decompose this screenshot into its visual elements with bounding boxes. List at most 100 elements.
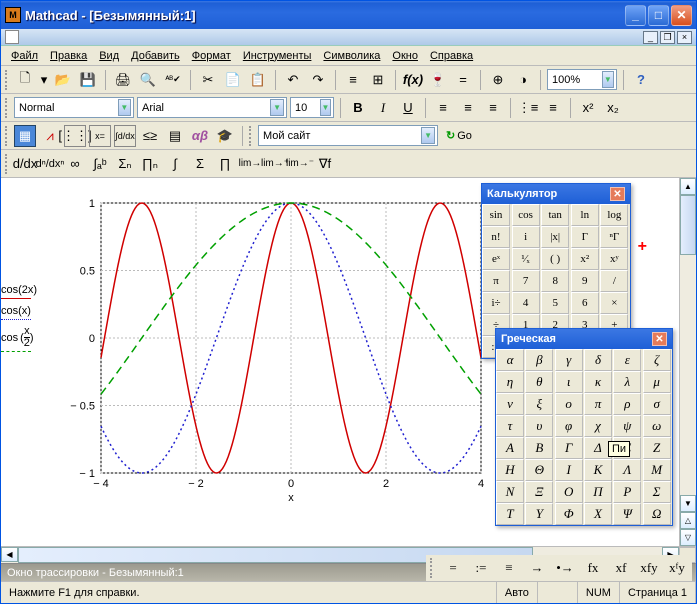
calculator-palette-close[interactable]: ✕: [610, 187, 625, 201]
reference-button[interactable]: ◑: [512, 69, 534, 91]
align-button[interactable]: ≡: [342, 69, 364, 91]
palette-cell-ε[interactable]: ε: [613, 349, 641, 371]
palette-cell-×[interactable]: ×: [600, 292, 628, 314]
palette-cell-σ[interactable]: σ: [643, 393, 671, 415]
minimize-button[interactable]: _: [625, 5, 646, 26]
menu-format[interactable]: Формат: [186, 48, 237, 64]
prev-page-button[interactable]: △: [680, 512, 696, 529]
menu-tools[interactable]: Инструменты: [237, 48, 318, 64]
palette-cell-ξ[interactable]: ξ: [525, 393, 553, 415]
palette-cell-Ο[interactable]: Ο: [555, 481, 583, 503]
palette-cell-ν[interactable]: ν: [496, 393, 524, 415]
eval-booleq-button[interactable]: ≡: [498, 557, 520, 579]
palette-cell-¹⁄ₓ[interactable]: ¹⁄ₓ: [512, 248, 540, 270]
italic-button[interactable]: I: [372, 97, 394, 119]
palette-cell-Φ[interactable]: Φ: [555, 503, 583, 525]
indefint-button[interactable]: ∫: [164, 153, 186, 175]
palette-cell-λ[interactable]: λ: [613, 371, 641, 393]
palette-cell-Α[interactable]: Α: [496, 437, 524, 459]
function-button[interactable]: f(x): [402, 69, 424, 91]
menu-symbolics[interactable]: Символика: [317, 48, 386, 64]
mdi-minimize-button[interactable]: _: [643, 31, 658, 44]
menu-insert[interactable]: Добавить: [125, 48, 186, 64]
palette-cell-log[interactable]: log: [600, 204, 628, 226]
xy-plot[interactable]: − 4− 2024− 1− 0.500.51x: [31, 193, 491, 503]
copy-button[interactable]: 📄: [222, 69, 244, 91]
size-input[interactable]: [295, 102, 320, 114]
eval-symarrow-button[interactable]: •→: [554, 557, 576, 579]
palette-cell-ο[interactable]: ο: [555, 393, 583, 415]
mdi-close-button[interactable]: ×: [677, 31, 692, 44]
menu-file[interactable]: Файл: [5, 48, 44, 64]
palette-cell-i÷[interactable]: i÷: [482, 292, 510, 314]
eval-palette-button[interactable]: x=: [89, 125, 111, 147]
eval-xf-button[interactable]: xf: [610, 557, 632, 579]
go-button[interactable]: ↻Go: [441, 125, 477, 147]
limright-button[interactable]: lim→⁺: [264, 153, 286, 175]
scroll-thumb[interactable]: [680, 195, 696, 255]
undo-button[interactable]: ↶: [282, 69, 304, 91]
new-dropdown[interactable]: ▾: [39, 69, 49, 91]
deriv-button[interactable]: d/dx: [14, 153, 36, 175]
palette-cell-( )[interactable]: ( ): [541, 248, 569, 270]
gradient-button[interactable]: ∇f: [314, 153, 336, 175]
palette-cell-μ[interactable]: μ: [643, 371, 671, 393]
cut-button[interactable]: ✂: [197, 69, 219, 91]
calc-button[interactable]: =: [452, 69, 474, 91]
palette-cell-ζ[interactable]: ζ: [643, 349, 671, 371]
style-input[interactable]: [19, 102, 118, 114]
limleft-button[interactable]: lim→⁻: [289, 153, 311, 175]
palette-cell-Σ[interactable]: Σ: [643, 481, 671, 503]
palette-cell-ln[interactable]: ln: [571, 204, 599, 226]
infinity-button[interactable]: ∞: [64, 153, 86, 175]
palette-cell-xʸ[interactable]: xʸ: [600, 248, 628, 270]
palette-cell-π[interactable]: π: [584, 393, 612, 415]
calculator-palette-title[interactable]: Калькулятор ✕: [482, 184, 630, 204]
palette-cell-Γ[interactable]: Γ: [571, 226, 599, 248]
style-dropdown[interactable]: ▼: [118, 99, 131, 116]
palette-cell-δ[interactable]: δ: [584, 349, 612, 371]
style-combo[interactable]: ▼: [14, 97, 134, 118]
eval-xfy-button[interactable]: xfy: [638, 557, 660, 579]
palette-cell-φ[interactable]: φ: [555, 415, 583, 437]
eval-arrow-button[interactable]: →: [526, 557, 548, 579]
sumrange-button[interactable]: Σₙ: [114, 153, 136, 175]
programming-palette-button[interactable]: ▤: [164, 125, 186, 147]
font-dropdown[interactable]: ▼: [270, 99, 284, 116]
calculus-palette-button[interactable]: ∫d/dx: [114, 125, 136, 147]
palette-cell-Θ[interactable]: Θ: [525, 459, 553, 481]
new-button[interactable]: 🗋: [14, 69, 36, 91]
align2-button[interactable]: ⊞: [367, 69, 389, 91]
palette-cell-i[interactable]: i: [512, 226, 540, 248]
underline-button[interactable]: U: [397, 97, 419, 119]
palette-cell-Γ[interactable]: Γ: [555, 437, 583, 459]
print-preview-button[interactable]: 🔍: [137, 69, 159, 91]
palette-cell-Υ[interactable]: Υ: [525, 503, 553, 525]
zoom-dropdown[interactable]: ▼: [602, 71, 614, 88]
boolean-palette-button[interactable]: ≤≥: [139, 125, 161, 147]
greek-palette[interactable]: Греческая ✕ αβγδεζηθικλμνξοπρστυφχψωΑΒΓΔ…: [495, 328, 673, 526]
sum-button[interactable]: Σ: [189, 153, 211, 175]
palette-cell-Β[interactable]: Β: [525, 437, 553, 459]
greek-palette-title[interactable]: Греческая ✕: [496, 329, 672, 349]
palette-cell-ι[interactable]: ι: [555, 371, 583, 393]
scroll-track[interactable]: [680, 195, 696, 495]
zoom-input[interactable]: [552, 74, 602, 86]
prod-button[interactable]: ∏: [214, 153, 236, 175]
palette-cell-9[interactable]: 9: [571, 270, 599, 292]
address-combo[interactable]: ▼: [258, 125, 438, 146]
palette-cell-Λ[interactable]: Λ: [613, 459, 641, 481]
help-button[interactable]: ?: [630, 69, 652, 91]
palette-cell-Κ[interactable]: Κ: [584, 459, 612, 481]
subscript-button[interactable]: x₂: [602, 97, 624, 119]
palette-cell-τ[interactable]: τ: [496, 415, 524, 437]
scroll-left-button[interactable]: ◀: [1, 547, 18, 562]
palette-cell-7[interactable]: 7: [512, 270, 540, 292]
print-button[interactable]: 🖨: [112, 69, 134, 91]
vertical-scrollbar[interactable]: ▲ ▼ △ ▽: [679, 178, 696, 546]
palette-cell-Ω[interactable]: Ω: [643, 503, 671, 525]
eval-assign-button[interactable]: :=: [470, 557, 492, 579]
paste-button[interactable]: 📋: [247, 69, 269, 91]
palette-cell-ω[interactable]: ω: [643, 415, 671, 437]
palette-cell-υ[interactable]: υ: [525, 415, 553, 437]
